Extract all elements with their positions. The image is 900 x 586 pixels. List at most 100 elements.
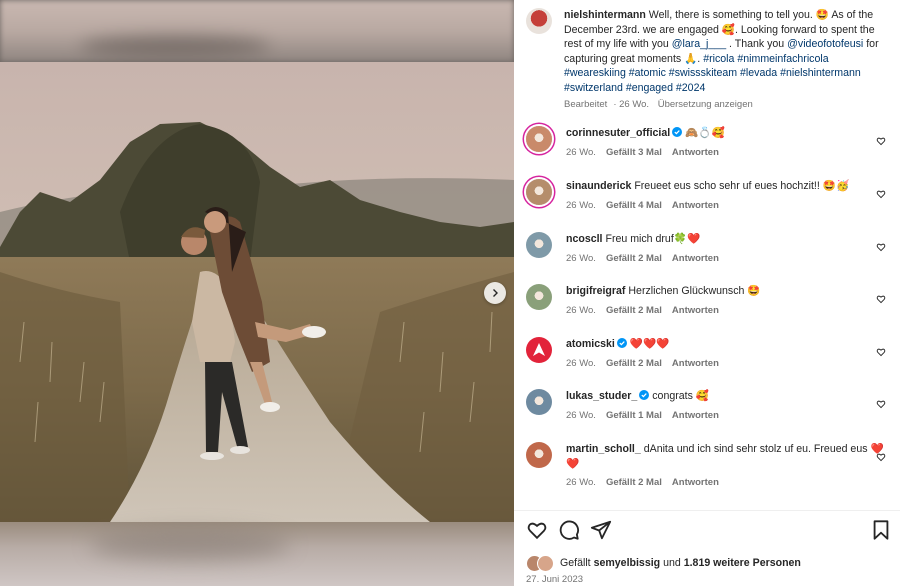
comment-likes[interactable]: Gefällt 2 Mal (606, 253, 662, 264)
comment-age: 26 Wo. (566, 477, 596, 489)
author-username[interactable]: nielshintermann (564, 9, 646, 21)
atomic-logo-icon (533, 343, 545, 356)
comment-like-heart-icon[interactable] (876, 294, 886, 304)
liker-avatars (526, 555, 556, 572)
likes-prefix: Gefällt (560, 557, 591, 569)
comment-meta: 26 Wo. Gefällt 3 Mal Antworten (566, 146, 896, 161)
edited-label: Bearbeitet (564, 98, 608, 110)
comment-likes[interactable]: Gefällt 1 Mal (606, 410, 662, 421)
comment-item: lukas_studer_ congrats 🥰 26 Wo. Gefällt 1 M… (526, 389, 896, 423)
commenter-username[interactable]: atomicski (566, 338, 615, 350)
comment-likes[interactable]: Gefällt 4 Mal (606, 200, 662, 211)
comment-text: Freueet eus scho sehr uf eues hochzit!! … (634, 180, 850, 192)
comment-meta: 26 Wo. Gefällt 2 Mal Antworten (566, 357, 896, 372)
commenter-avatar[interactable] (526, 179, 552, 205)
post-media (0, 0, 514, 586)
comment-item: martin_scholl_ dAnita und ich sind sehr … (526, 442, 896, 491)
reply-button[interactable]: Antworten (672, 358, 719, 369)
commenter-username[interactable]: sinaunderick (566, 180, 631, 192)
comment-meta: 26 Wo. Gefällt 2 Mal Antworten (566, 252, 896, 267)
comment-item: brigifreigraf Herzlichen Glückwunsch 🤩 26… (526, 284, 896, 318)
verified-badge-icon (639, 390, 650, 400)
caption-text: nielshintermann Well, there is something… (564, 8, 886, 96)
heart-icon[interactable] (526, 519, 548, 541)
comment-like-heart-icon[interactable] (876, 189, 886, 199)
commenter-username[interactable]: martin_scholl_ (566, 443, 641, 455)
reply-button[interactable]: Antworten (672, 477, 719, 488)
comment-likes[interactable]: Gefällt 3 Mal (606, 147, 662, 158)
comment-like-heart-icon[interactable] (876, 347, 886, 357)
comment-body: martin_scholl_ dAnita und ich sind sehr … (566, 442, 896, 491)
commenter-username[interactable]: corinnesuter_official (566, 127, 670, 139)
comment-likes[interactable]: Gefällt 2 Mal (606, 477, 662, 488)
comment-text: Freu mich druf🍀❤️ (605, 233, 701, 245)
liker-username[interactable]: semyelbissig (594, 557, 661, 569)
comment-meta: 26 Wo. Gefällt 4 Mal Antworten (566, 199, 896, 214)
comment-body: atomicski ❤️❤️❤️ 26 Wo. Gefällt 2 Mal Antwor… (566, 337, 896, 371)
commenter-avatar[interactable] (526, 232, 552, 258)
likes-summary: Gefällt semyelbissig und 1.819 weitere P… (526, 555, 801, 572)
translate-link[interactable]: Übersetzung anzeigen (658, 99, 753, 110)
blurred-backdrop-bottom (0, 522, 514, 586)
post-date: 27. Juni 2023 (526, 574, 584, 585)
comment-likes[interactable]: Gefällt 2 Mal (606, 358, 662, 369)
comment-item: ncoscll Freu mich druf🍀❤️ 26 Wo. Gefällt 2… (526, 232, 896, 266)
chevron-right-icon (493, 289, 498, 297)
post-sidebar: nielshintermann Well, there is something… (514, 0, 900, 586)
caption-tag-link[interactable]: @lara_j___ (672, 38, 726, 50)
commenter-avatar[interactable] (526, 389, 552, 415)
action-bar (526, 519, 892, 543)
comment-like-heart-icon[interactable] (876, 136, 886, 146)
comment-like-heart-icon[interactable] (876, 452, 886, 462)
comment-body: brigifreigraf Herzlichen Glückwunsch 🤩 26… (566, 284, 896, 318)
comment-text: ❤️❤️❤️ (629, 338, 670, 350)
comment-like-heart-icon[interactable] (876, 399, 886, 409)
comment-body: sinaunderick Freueet eus scho sehr uf eu… (566, 179, 896, 213)
commenter-username[interactable]: lukas_studer_ (566, 390, 637, 402)
comment-likes[interactable]: Gefällt 2 Mal (606, 305, 662, 316)
comment-meta: 26 Wo. Gefällt 2 Mal Antworten (566, 304, 896, 319)
divider (514, 510, 900, 511)
next-photo-button[interactable] (484, 282, 506, 304)
comment-meta: 26 Wo. Gefällt 2 Mal Antworten (566, 476, 896, 491)
bookmark-icon[interactable] (870, 519, 892, 541)
reply-button[interactable]: Antworten (672, 253, 719, 264)
caption-tag-link[interactable]: @videofotofeusi (787, 38, 863, 50)
commenter-avatar[interactable] (526, 284, 552, 310)
post-caption: nielshintermann Well, there is something… (526, 8, 886, 110)
author-avatar[interactable] (526, 8, 552, 34)
comment-text: congrats 🥰 (652, 390, 710, 402)
comment-age: 26 Wo. (566, 409, 596, 421)
post-age: 26 Wo. (619, 98, 650, 110)
comment-body: ncoscll Freu mich druf🍀❤️ 26 Wo. Gefällt 2… (566, 232, 896, 266)
comment-age: 26 Wo. (566, 252, 596, 264)
caption-meta: Bearbeitet · 26 Wo. Übersetzung anzeigen (564, 98, 753, 110)
comment-age: 26 Wo. (566, 304, 596, 316)
caption-segment: . Thank you (726, 38, 788, 51)
commenter-username[interactable]: ncoscll (566, 233, 603, 245)
likes-count[interactable]: 1.819 weitere Personen (684, 557, 801, 569)
comment-body: corinnesuter_official 🙈💍🥰 26 Wo. Gefällt 3 … (566, 126, 896, 160)
share-icon[interactable] (590, 519, 612, 541)
commenter-avatar[interactable] (526, 126, 552, 152)
comment-meta: 26 Wo. Gefällt 1 Mal Antworten (566, 409, 896, 424)
post-photo[interactable] (0, 62, 514, 522)
verified-badge-icon (672, 127, 683, 137)
comment-age: 26 Wo. (566, 357, 596, 369)
comment-age: 26 Wo. (566, 146, 596, 158)
comment-item: atomicski ❤️❤️❤️ 26 Wo. Gefällt 2 Mal Antwor… (526, 337, 896, 371)
reply-button[interactable]: Antworten (672, 200, 719, 211)
comment-icon[interactable] (558, 519, 580, 541)
commenter-avatar[interactable] (526, 442, 552, 468)
comment-item: sinaunderick Freueet eus scho sehr uf eu… (526, 179, 896, 213)
blurred-backdrop-top (0, 0, 514, 62)
commenter-username[interactable]: brigifreigraf (566, 285, 625, 297)
comment-age: 26 Wo. (566, 199, 596, 211)
commenter-avatar[interactable] (526, 337, 552, 363)
reply-button[interactable]: Antworten (672, 147, 719, 158)
comment-like-heart-icon[interactable] (876, 242, 886, 252)
reply-button[interactable]: Antworten (672, 410, 719, 421)
comment-body: lukas_studer_ congrats 🥰 26 Wo. Gefällt 1 M… (566, 389, 896, 423)
likes-middle: und (663, 557, 681, 569)
reply-button[interactable]: Antworten (672, 305, 719, 316)
